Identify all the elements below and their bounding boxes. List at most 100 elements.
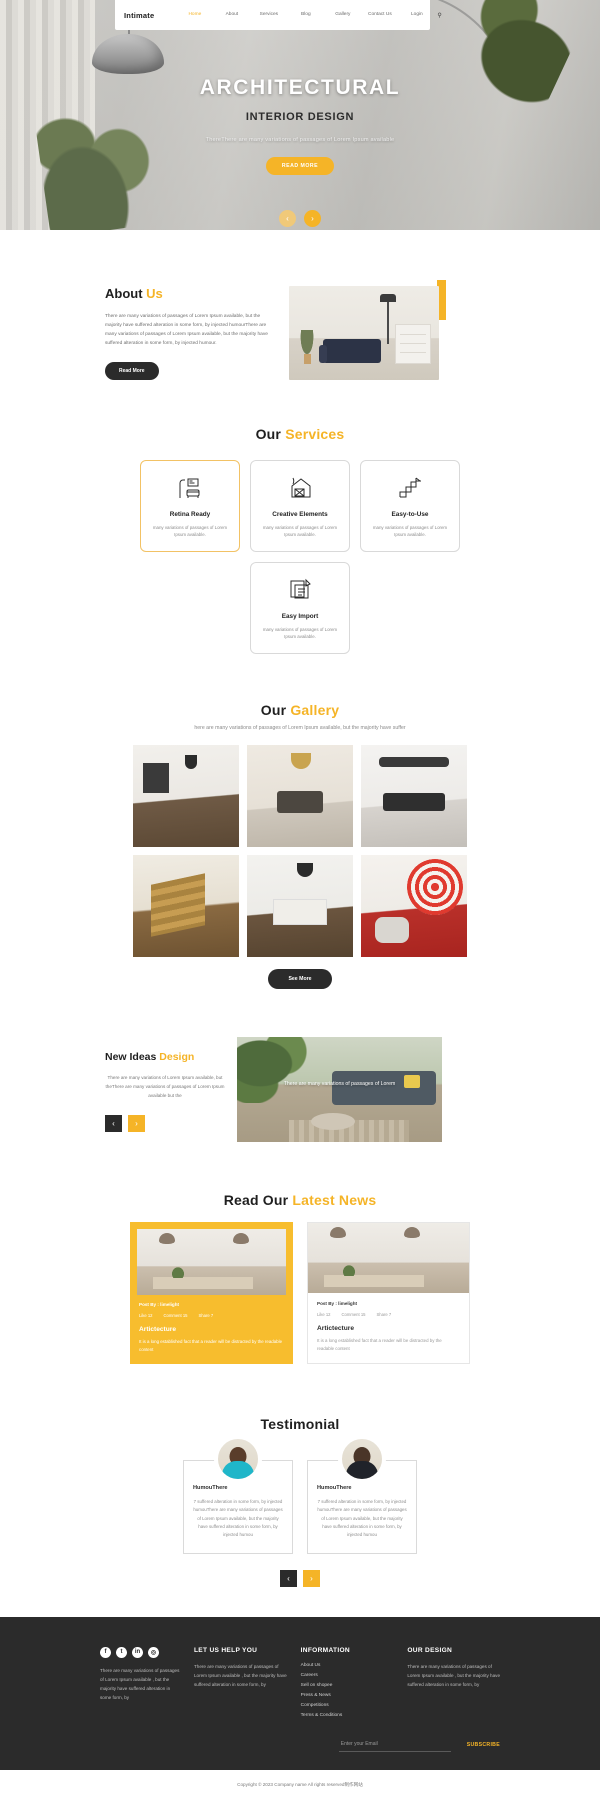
- service-card-easy-to-use[interactable]: Easy-to-Use many variations of passages …: [360, 460, 460, 553]
- footer-column-help: LET US HELP YOU There are many variation…: [194, 1647, 287, 1718]
- footer-link-sell-on-shopee[interactable]: Sell on shopee: [301, 1683, 394, 1688]
- gallery-item[interactable]: [133, 855, 239, 958]
- footer-link-press-news[interactable]: Press & News: [301, 1693, 394, 1698]
- hero-prev-button[interactable]: ‹: [279, 210, 296, 227]
- gallery-section: Our Gallery here are many variations of …: [0, 654, 600, 990]
- avatar: [338, 1435, 386, 1484]
- new-ideas-image: [237, 1037, 442, 1143]
- news-author: Post By : limelight: [317, 1301, 358, 1307]
- twitter-icon[interactable]: t: [116, 1646, 127, 1658]
- nav-link-gallery[interactable]: Gallery: [324, 11, 361, 18]
- hero-description: ThereThere are many variations of passag…: [205, 137, 395, 143]
- service-card-creative-elements[interactable]: Creative Elements many variations of pas…: [250, 460, 350, 553]
- gallery-item[interactable]: [247, 745, 353, 848]
- footer-column-social: f t in ◎ There are many variations of pa…: [100, 1646, 180, 1718]
- footer-link-competitions[interactable]: Competitions: [301, 1703, 394, 1708]
- hero-read-more-button[interactable]: READ MORE: [265, 157, 335, 175]
- site-footer: f t in ◎ There are many variations of pa…: [0, 1616, 600, 1770]
- footer-help-text: There are many variations of passages of…: [193, 1663, 287, 1687]
- news-meta-share[interactable]: Share 7: [199, 1313, 214, 1318]
- nav-link-home[interactable]: Home: [176, 11, 213, 18]
- nav-link-services[interactable]: Services: [250, 11, 287, 18]
- news-meta-like[interactable]: Like 12: [139, 1313, 153, 1318]
- copyright-bar: Copyright © 2023 Company name All rights…: [0, 1769, 600, 1802]
- footer-link-terms-conditions[interactable]: Terms & Conditions: [301, 1713, 394, 1718]
- service-desc: many variations of passages of Lorem Ips…: [372, 524, 448, 538]
- news-plant-decor: [169, 1264, 187, 1279]
- footer-column-information: INFORMATION About Us Careers Sell on sho…: [301, 1647, 394, 1718]
- service-card-easy-import[interactable]: Easy Import many variations of passages …: [250, 562, 350, 655]
- testimonial-heading: Testimonial: [260, 1416, 340, 1433]
- footer-heading-information: INFORMATION: [300, 1646, 350, 1654]
- about-text-block: About Us There are many variations of pa…: [105, 278, 273, 381]
- services-card-row-2: Easy Import many variations of passages …: [105, 562, 495, 655]
- news-title: Artictecture: [317, 1325, 355, 1333]
- search-icon[interactable]: ⚲: [437, 12, 441, 19]
- nav-link-contact-us[interactable]: Contact Us: [361, 11, 398, 18]
- news-meta-comment[interactable]: Comment 15: [164, 1313, 188, 1318]
- brand-logo[interactable]: Intimate: [124, 11, 154, 20]
- footer-our-design-text: There are many variations of passages of…: [407, 1663, 501, 1687]
- news-lamp-decor: [233, 1233, 249, 1245]
- testimonial-name: HumouThere: [317, 1485, 352, 1492]
- landing-page: ARCHITECTURAL INTERIOR DESIGN ThereThere…: [0, 0, 600, 1802]
- hero-next-button[interactable]: ›: [304, 210, 321, 227]
- testimonial-prev-button[interactable]: ‹: [280, 1569, 297, 1587]
- new-ideas-sofa-decor: [332, 1071, 436, 1106]
- linkedin-icon[interactable]: in: [132, 1646, 143, 1658]
- gallery-see-more-button[interactable]: See More: [268, 969, 332, 990]
- hero-subtitle: INTERIOR DESIGN: [245, 111, 355, 123]
- service-title: Easy Import: [281, 612, 319, 620]
- new-ideas-next-button[interactable]: ›: [128, 1114, 145, 1132]
- services-card-row-1: Retina Ready many variations of passages…: [105, 460, 495, 553]
- news-meta-comment[interactable]: Comment 15: [342, 1312, 366, 1317]
- new-ideas-image-wrap: There are many variations of passages of…: [237, 1037, 442, 1143]
- news-lamp-decor: [330, 1227, 346, 1239]
- services-heading-accent: Services: [285, 426, 345, 443]
- news-card-featured[interactable]: Post By : limelight Like 12 Comment 15 S…: [130, 1222, 293, 1365]
- avatar-body-decor: [346, 1461, 378, 1480]
- footer-link-about-us[interactable]: About Us: [301, 1663, 394, 1668]
- about-read-more-button[interactable]: Read More: [105, 362, 159, 381]
- new-ideas-text-block: New Ideas Design There are many variatio…: [105, 1037, 225, 1132]
- hero-section: ARCHITECTURAL INTERIOR DESIGN ThereThere…: [0, 0, 600, 230]
- news-card-image: [308, 1223, 469, 1294]
- news-excerpt: It is a long established fact that a rea…: [139, 1339, 283, 1353]
- footer-link-careers[interactable]: Careers: [301, 1673, 394, 1678]
- service-card-retina-ready[interactable]: Retina Ready many variations of passages…: [140, 460, 240, 553]
- footer-social-text: There are many variations of passages of…: [100, 1667, 180, 1700]
- new-ideas-foliage-decor: [237, 1037, 315, 1104]
- about-heading-accent: Us: [146, 286, 163, 301]
- news-heading: Read Our Latest News: [105, 1192, 495, 1208]
- nav-link-about[interactable]: About: [213, 11, 250, 18]
- gallery-item[interactable]: [361, 855, 467, 958]
- service-desc: many variations of passages of Lorem Ips…: [262, 524, 338, 538]
- new-ideas-heading: New Ideas Design: [105, 1051, 225, 1063]
- gallery-item[interactable]: [247, 855, 353, 958]
- social-links: f t in ◎: [100, 1646, 180, 1658]
- news-lamp-decor: [404, 1227, 420, 1239]
- about-section: About Us There are many variations of pa…: [0, 230, 600, 381]
- gallery-item[interactable]: [361, 745, 467, 848]
- new-ideas-prev-button[interactable]: ‹: [105, 1114, 122, 1132]
- news-meta: Like 12 Comment 15 Share 7: [139, 1313, 284, 1318]
- services-heading: Our Services: [105, 426, 495, 442]
- new-ideas-heading-accent: Design: [159, 1051, 195, 1064]
- about-cabinet-decor: [395, 324, 431, 364]
- news-card-secondary[interactable]: Post By : limelight Like 12 Comment 15 S…: [307, 1222, 470, 1365]
- news-meta-share[interactable]: Share 7: [377, 1312, 392, 1317]
- gallery-grid: [105, 745, 495, 958]
- nav-link-blog[interactable]: Blog: [287, 11, 324, 18]
- new-ideas-section: New Ideas Design There are many variatio…: [0, 989, 600, 1143]
- gallery-item[interactable]: [133, 745, 239, 848]
- about-heading: About Us: [105, 286, 273, 301]
- testimonial-quote: 7 suffered alteration in some form, by i…: [193, 1499, 283, 1537]
- facebook-icon[interactable]: f: [100, 1646, 111, 1658]
- testimonial-next-button[interactable]: ›: [303, 1569, 320, 1587]
- news-excerpt: It is a long established fact that a rea…: [317, 1338, 442, 1352]
- instagram-icon[interactable]: ◎: [148, 1646, 159, 1658]
- nav-link-login[interactable]: Login: [398, 11, 435, 18]
- news-counter-decor: [324, 1275, 424, 1288]
- news-meta: Like 12 Comment 15 Share 7: [317, 1312, 460, 1317]
- news-meta-like[interactable]: Like 12: [317, 1312, 331, 1317]
